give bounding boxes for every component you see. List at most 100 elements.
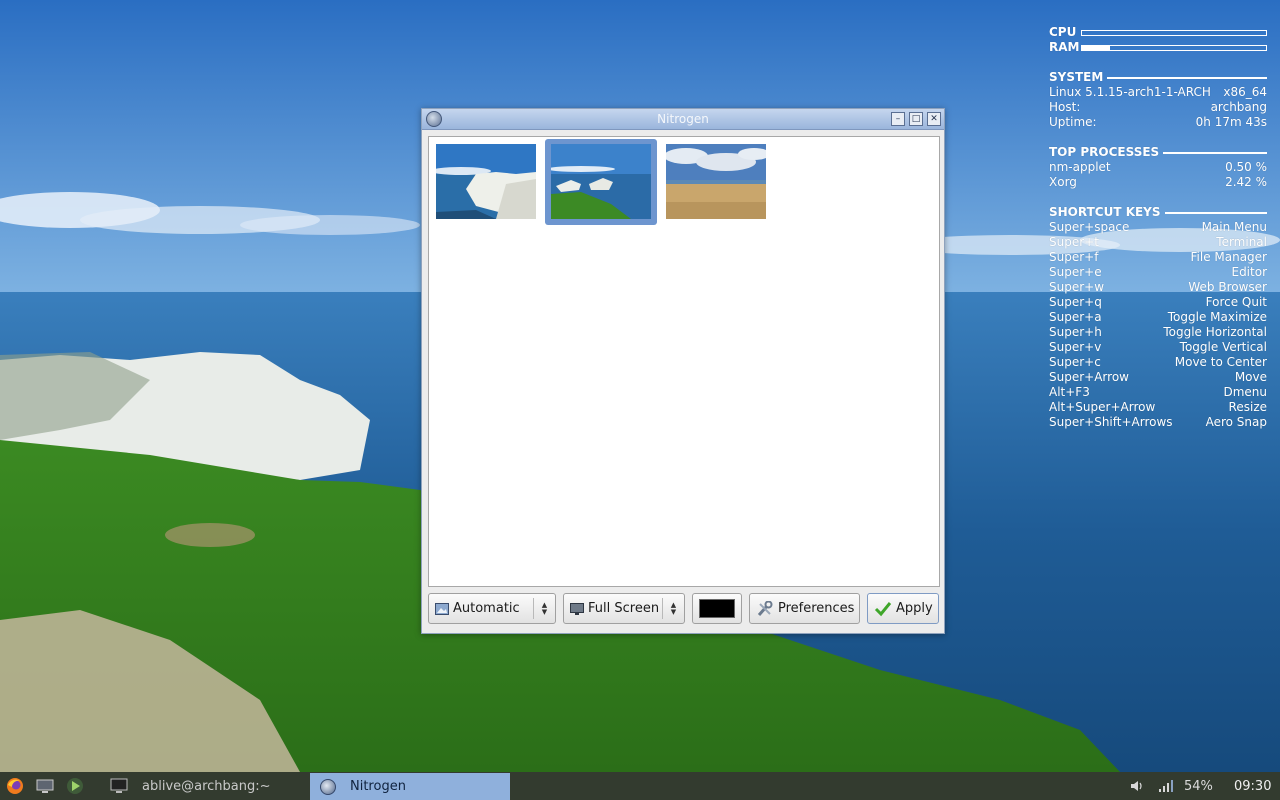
cpu-bar [1081,29,1267,36]
terminal-icon [110,778,128,793]
apply-button[interactable]: Apply [867,593,939,624]
processes-title: TOP PROCESSES [1049,145,1160,159]
cliff-sea-thumbnail[interactable] [436,144,536,219]
ram-meter: RAM [1049,40,1267,55]
network-signal-icon[interactable] [1158,780,1174,793]
maximize-button[interactable]: □ [909,112,923,126]
shortcuts-heading: SHORTCUT KEYS [1049,205,1267,220]
process-cpu: 2.42 % [1225,175,1267,189]
shortcut-action: Aero Snap [1205,415,1267,429]
shortcut-action: Main Menu [1201,220,1267,234]
task-nitrogen-label: Nitrogen [350,779,406,794]
process-name: Xorg [1049,175,1077,189]
cpu-label: CPU [1049,25,1077,39]
color-picker-button[interactable] [692,593,742,624]
uptime-value: 0h 17m 43s [1195,115,1267,129]
section-divider [1107,76,1267,79]
preferences-button[interactable]: Preferences [749,593,860,624]
window-titlebar[interactable]: Nitrogen – □ ✕ [422,109,944,130]
shortcut-row: Alt+Super+Arrow Resize [1049,400,1267,415]
host-label: Host: [1049,100,1081,114]
control-bar: Automatic ▲ ▼ Full Screen ▲ ▼ Preferences [428,593,939,625]
system-title: SYSTEM [1049,70,1104,84]
shortcut-row: Super+Arrow Move [1049,370,1267,385]
shortcut-action: Toggle Maximize [1167,310,1267,324]
taskbar: ablive@archbang:~ Nitrogen 54% 09:30 [0,772,1280,800]
beach-sky-thumbnail[interactable] [666,144,766,219]
shortcut-row: Alt+F3 Dmenu [1049,385,1267,400]
shortcut-key: Super+q [1049,295,1102,309]
shortcut-key: Super+t [1049,235,1099,249]
shortcut-row: Super+c Move to Center [1049,355,1267,370]
shortcut-action: File Manager [1190,250,1268,264]
shortcut-row: Super+q Force Quit [1049,295,1267,310]
task-terminal-label: ablive@archbang:~ [142,778,271,794]
shortcut-key: Super+Shift+Arrows [1049,415,1173,429]
shortcut-row: Super+Shift+Arrows Aero Snap [1049,415,1267,430]
task-terminal[interactable]: ablive@archbang:~ [106,773,304,799]
task-nitrogen[interactable]: Nitrogen [310,773,510,800]
shortcut-key: Alt+F3 [1049,385,1090,399]
mode-select-value: Automatic [453,601,520,616]
shortcut-key: Super+c [1049,355,1101,369]
screen-select[interactable]: Full Screen ▲ ▼ [563,593,685,624]
window-title: Nitrogen [657,112,709,126]
architecture: x86_64 [1223,85,1267,99]
background-color-swatch [699,599,735,618]
cliff-grass-image [551,144,651,219]
shortcut-action: Editor [1231,265,1267,279]
monitor-icon [570,602,584,615]
host-value: archbang [1210,100,1267,114]
shortcut-key: Super+a [1049,310,1102,324]
shortcut-key: Super+space [1049,220,1130,234]
cliff-sea-image [436,144,536,219]
shortcut-action: Toggle Horizontal [1163,325,1267,339]
uptime-row: Uptime: 0h 17m 43s [1049,115,1267,130]
shortcut-row: Super+h Toggle Horizontal [1049,325,1267,340]
shortcut-key: Super+e [1049,265,1102,279]
shortcut-action: Force Quit [1205,295,1267,309]
process-name: nm-applet [1049,160,1111,174]
cliff-grass-thumbnail[interactable] [551,144,651,219]
shortcut-action: Move [1234,370,1267,384]
shortcut-action: Terminal [1216,235,1267,249]
mode-select[interactable]: Automatic ▲ ▼ [428,593,556,624]
shortcut-row: Super+a Toggle Maximize [1049,310,1267,325]
conky-panel: CPU RAM SYSTEM Linux 5.1.15-arch1-1-ARCH… [1049,25,1267,430]
nitrogen-window: Nitrogen – □ ✕ Automatic ▲ ▼ Full Screen… [421,108,945,634]
beach-sky-image [666,144,766,219]
preferences-label: Preferences [778,601,855,616]
minimize-button[interactable]: – [891,112,905,126]
shortcut-key: Super+Arrow [1049,370,1129,384]
shortcut-action: Move to Center [1174,355,1267,369]
apply-label: Apply [896,601,933,616]
process-row: nm-applet 0.50 % [1049,160,1267,175]
shortcut-action: Dmenu [1223,385,1267,399]
battery-percentage[interactable]: 54% [1184,779,1224,794]
play-icon[interactable] [66,777,84,795]
desktop-icon[interactable] [36,777,54,795]
clock[interactable]: 09:30 [1234,779,1274,794]
tools-icon [757,600,773,616]
close-button[interactable]: ✕ [927,112,941,126]
nitrogen-app-icon[interactable] [426,111,442,127]
shortcut-action: Toggle Vertical [1179,340,1267,354]
shortcut-row: Super+f File Manager [1049,250,1267,265]
nitrogen-task-icon [320,778,336,795]
section-divider [1163,151,1267,154]
shortcut-row: Super+w Web Browser [1049,280,1267,295]
cpu-meter: CPU [1049,25,1267,40]
firefox-icon[interactable] [6,777,24,795]
screen-select-value: Full Screen [588,601,660,616]
shortcut-key: Super+v [1049,340,1102,354]
ram-bar-fill [1082,45,1110,50]
kernel-version: Linux 5.1.15-arch1-1-ARCH [1049,85,1211,99]
shortcut-row: Super+t Terminal [1049,235,1267,250]
volume-icon[interactable] [1130,779,1146,793]
updown-arrow-icon: ▲ ▼ [533,598,555,619]
shortcut-key: Super+w [1049,280,1105,294]
ram-bar [1081,44,1267,51]
shortcut-key: Super+h [1049,325,1102,339]
system-heading: SYSTEM [1049,70,1267,85]
shortcut-row: Super+e Editor [1049,265,1267,280]
